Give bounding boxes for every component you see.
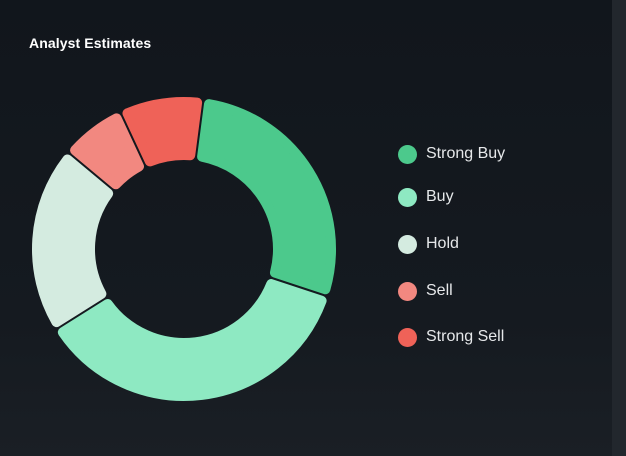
legend-swatch-hold — [398, 235, 417, 254]
legend-label-sell: Sell — [426, 282, 453, 299]
donut-segment-strong-buy[interactable] — [197, 99, 336, 295]
legend-swatch-sell — [398, 282, 417, 301]
donut-segment-buy[interactable] — [57, 279, 327, 401]
legend-swatch-buy — [398, 188, 417, 207]
legend-swatch-strong-sell — [398, 328, 417, 347]
donut-chart — [32, 97, 336, 401]
legend-swatch-strong-buy — [398, 145, 417, 164]
legend-label-strong-sell: Strong Sell — [426, 328, 505, 345]
analyst-estimates-card: Analyst Estimates Strong Buy Buy Hold Se… — [0, 0, 612, 456]
legend-label-hold: Hold — [426, 235, 459, 252]
legend-label-strong-buy: Strong Buy — [426, 145, 506, 162]
legend-label-buy: Buy — [426, 188, 454, 205]
card-edge — [612, 0, 626, 456]
donut-segment-hold[interactable] — [32, 154, 114, 328]
